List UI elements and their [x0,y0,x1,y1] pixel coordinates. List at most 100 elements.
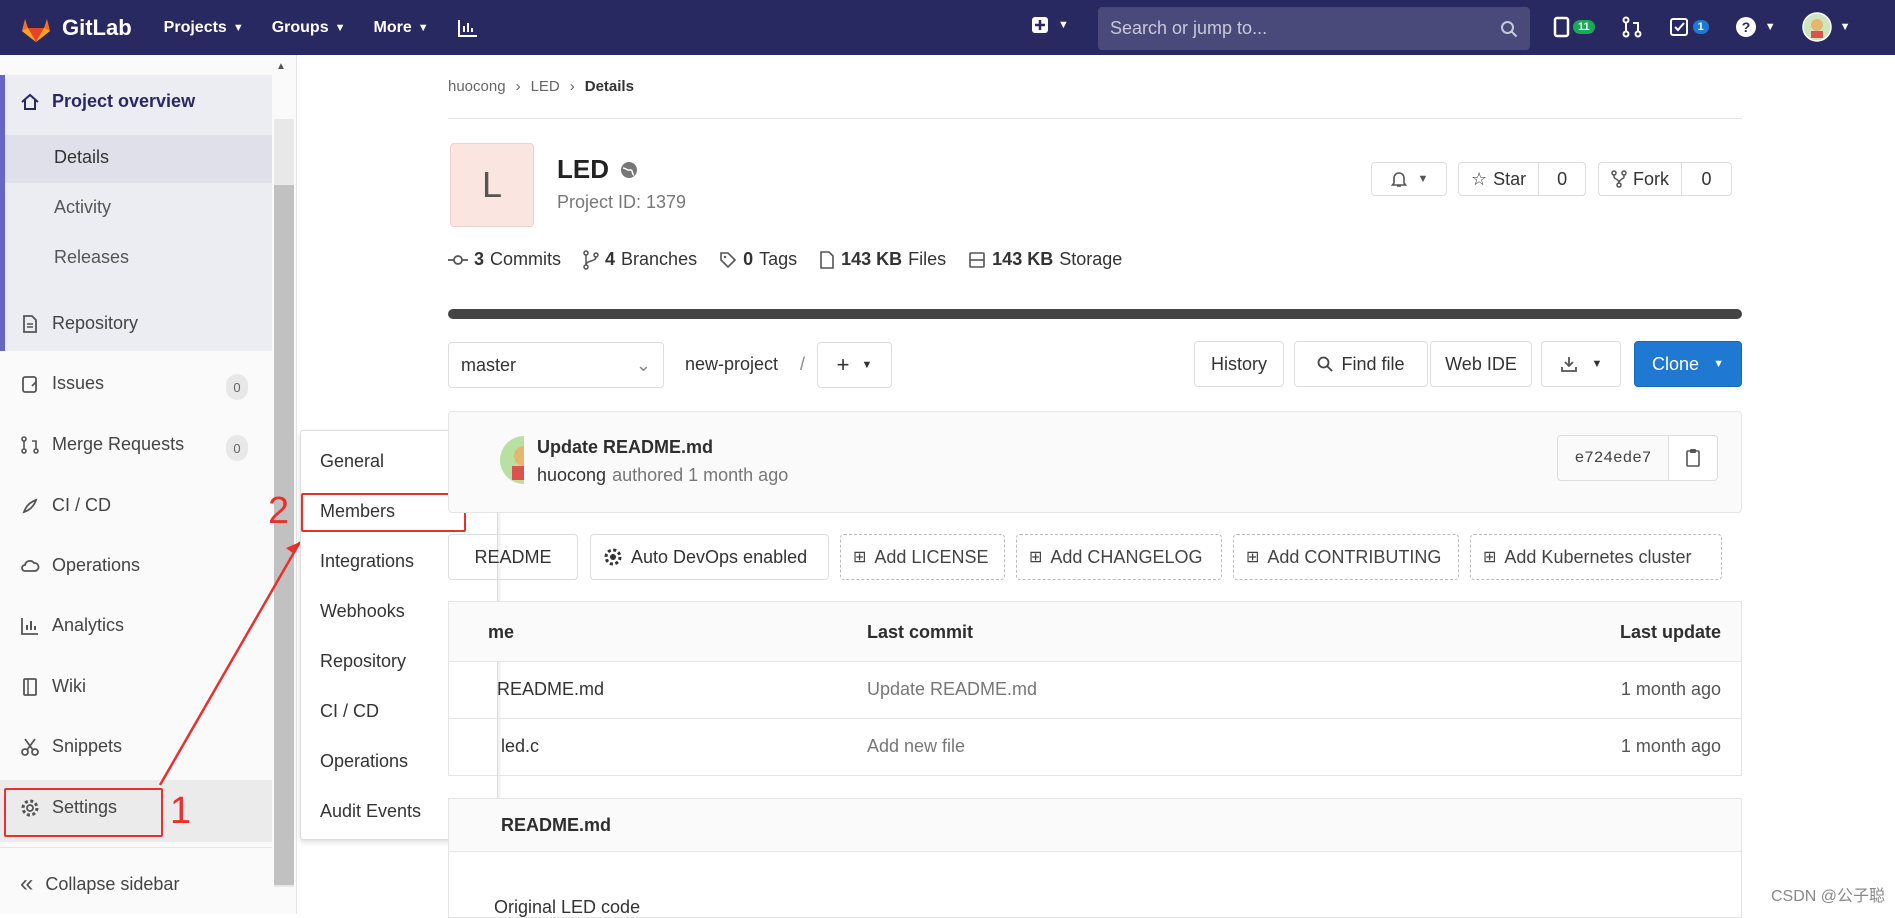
star-button[interactable]: ☆ Star 0 [1458,162,1586,196]
storage-label: Storage [1059,249,1123,269]
branches-label: Branches [621,249,698,269]
nav-groups[interactable]: Groups ▼ [272,18,346,38]
commit-author[interactable]: huocong [537,465,606,486]
find-file-button[interactable]: Find file [1294,341,1428,387]
project-title: LED [557,154,639,185]
flyout-item-general[interactable]: General [320,451,384,472]
todos-button[interactable]: 11 [1553,16,1595,38]
history-button[interactable]: History [1194,341,1284,387]
sidebar-subitem-activity[interactable]: Activity [54,197,111,218]
annotation-box-members [301,493,466,532]
scroll-up-arrow-icon[interactable]: ▲ [276,61,286,72]
project-overview-section [0,75,272,351]
commit-title[interactable]: Update README.md [537,437,713,458]
sidebar-item-analytics[interactable]: Analytics [20,615,124,636]
chevron-down-icon: ▼ [1764,21,1776,33]
add-contributing-label: Add CONTRIBUTING [1267,546,1442,567]
sidebar-item-label: Wiki [52,676,86,696]
sidebar-item-snippets[interactable]: Snippets [20,736,122,757]
flyout-item-repository[interactable]: Repository [320,651,406,672]
add-to-tree-dropdown[interactable]: + ▼ [817,342,892,388]
file-name-link[interactable]: README.md [497,679,604,700]
fork-label: Fork [1633,168,1669,189]
flyout-item-ci-cd[interactable]: CI / CD [320,701,379,722]
fork-button[interactable]: Fork 0 [1598,162,1732,196]
annotation-number-2: 2 [268,490,290,532]
add-kubernetes-button[interactable]: ⊞ Add Kubernetes cluster [1470,534,1722,580]
flyout-item-audit-events[interactable]: Audit Events [320,801,421,822]
watermark: CSDN @公子聪 [1770,888,1885,905]
download-dropdown[interactable]: ▼ [1541,341,1621,387]
file-last-commit[interactable]: Update README.md [867,679,1037,700]
sidebar-divider [0,847,272,848]
table-row[interactable]: README.md Update README.md 1 month ago [448,662,1742,719]
sidebar-item-label: CI / CD [52,495,112,515]
file-name-link[interactable]: led.c [501,736,539,757]
commit-sha[interactable]: e724ede7 [1557,435,1669,481]
storage-stat: 143 KB Storage [968,249,1122,270]
chevron-down-icon: ▼ [1417,173,1429,185]
issues-button[interactable]: 1 [1669,17,1709,37]
sidebar-item-wiki[interactable]: Wiki [20,676,86,697]
readme-button[interactable]: README [448,534,578,580]
user-menu[interactable]: ▼ [1801,12,1851,42]
readme-title[interactable]: README.md [501,815,611,836]
sidebar-item-project-overview[interactable]: Project overview [20,91,195,112]
commits-link[interactable]: 3 Commits [448,249,561,270]
sidebar-item-issues[interactable]: Issues [20,373,104,394]
merge-requests-button[interactable] [1621,16,1643,38]
svg-text:?: ? [1741,19,1750,35]
details-highlight [5,135,272,183]
sidebar-item-label: Operations [52,555,141,575]
sidebar-item-repository[interactable]: Repository [20,313,138,334]
sidebar-subitem-releases[interactable]: Releases [54,247,129,268]
repo-path[interactable]: new-project [685,354,778,375]
flyout-item-webhooks[interactable]: Webhooks [320,601,405,622]
scissors-icon [21,737,39,756]
file-last-update: 1 month ago [1620,736,1721,756]
collapse-sidebar-button[interactable]: « Collapse sidebar [20,870,179,898]
plus-square-icon: ⊞ [1483,549,1497,566]
tags-link[interactable]: 0 Tags [719,249,797,270]
sidebar-item-merge-requests[interactable]: Merge Requests [20,434,184,455]
globe-icon [621,161,637,178]
search-input[interactable]: Search or jump to... [1098,7,1530,50]
add-contributing-button[interactable]: ⊞ Add CONTRIBUTING [1233,534,1459,580]
branches-link[interactable]: 4 Branches [583,249,697,270]
sidebar-item-ci-cd[interactable]: CI / CD [20,495,111,516]
auto-devops-button[interactable]: Auto DevOps enabled [590,534,829,580]
gitlab-logo[interactable]: GitLab [20,13,132,43]
sidebar-item-label: Snippets [52,736,123,756]
chevron-down-icon: ▼ [1713,358,1724,370]
file-last-commit[interactable]: Add new file [867,736,965,757]
sidebar-subitem-details[interactable]: Details [54,147,109,168]
commit-author-avatar [500,436,524,484]
branch-select[interactable]: master ⌄ [448,342,664,388]
tanuki-icon [22,18,50,42]
flyout-item-operations[interactable]: Operations [320,751,408,772]
add-license-button[interactable]: ⊞ Add LICENSE [840,534,1005,580]
merge-requests-count-badge: 0 [226,435,248,461]
breadcrumb-link-group[interactable]: huocong [448,78,506,95]
plus-square-icon: ⊞ [1246,549,1260,566]
nav-projects[interactable]: Projects ▼ [164,18,244,38]
repository-languages-bar [448,309,1742,319]
table-row[interactable]: led.c Add new file 1 month ago [448,719,1742,776]
issues-count-badge: 1 [1692,20,1709,34]
add-changelog-button[interactable]: ⊞ Add CHANGELOG [1016,534,1222,580]
copy-sha-button[interactable] [1668,435,1718,481]
help-button[interactable]: ? ▼ [1735,16,1776,38]
clone-button[interactable]: Clone ▼ [1634,341,1742,387]
activity-chart-icon[interactable] [457,18,479,38]
chevron-right-icon: › [569,78,575,95]
annotation-number-1: 1 [170,790,192,832]
web-ide-button[interactable]: Web IDE [1430,341,1532,387]
nav-more[interactable]: More ▼ [373,18,428,38]
notification-dropdown[interactable]: ▼ [1371,162,1447,196]
file-icon [820,250,834,269]
annotation-box-settings [4,788,163,837]
sidebar-item-operations[interactable]: Operations [20,555,140,576]
new-item-button[interactable]: ▼ [1030,15,1069,35]
flyout-item-integrations[interactable]: Integrations [320,551,414,572]
breadcrumb-link-project[interactable]: LED [531,78,560,95]
